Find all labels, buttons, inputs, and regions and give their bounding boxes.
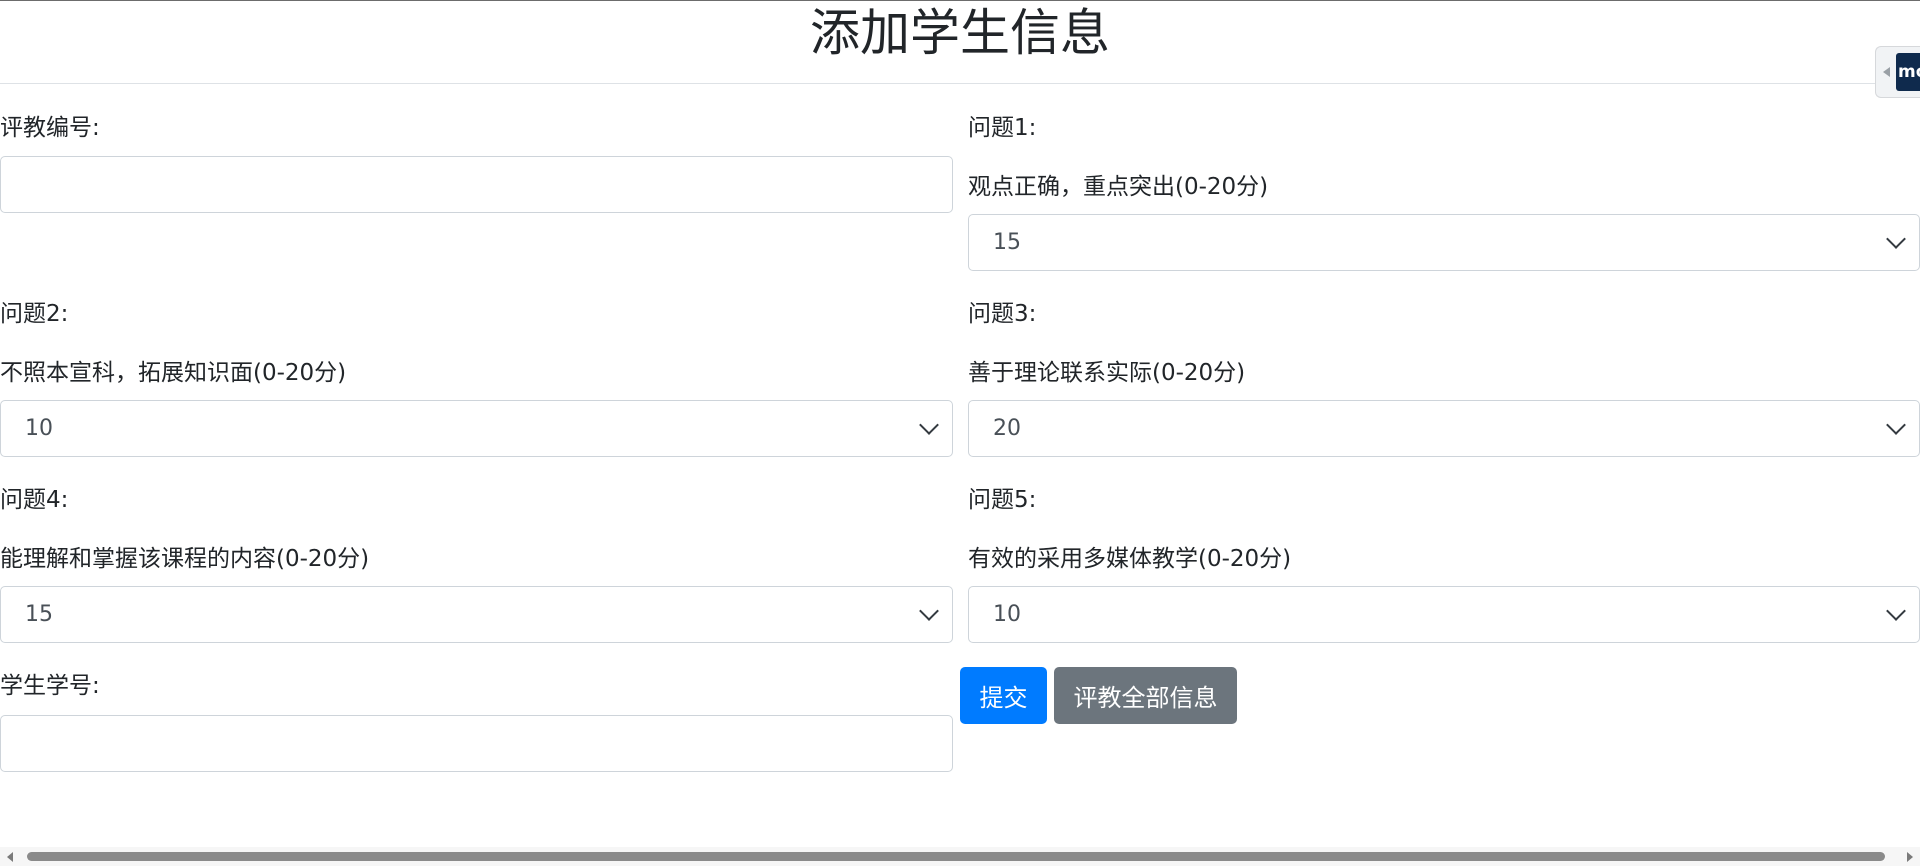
student-id-input[interactable] xyxy=(0,715,953,772)
extension-logo-icon: mo xyxy=(1896,53,1920,91)
question-5-label: 问题5: xyxy=(968,487,1037,513)
chevron-down-icon xyxy=(919,414,939,435)
title-divider xyxy=(0,83,1920,84)
scrollbar-thumb[interactable] xyxy=(27,852,1885,861)
eval-id-input[interactable] xyxy=(0,156,953,213)
question-3-value: 20 xyxy=(993,416,1021,441)
question-3-label: 问题3: xyxy=(968,301,1037,327)
question-2-select[interactable]: 10 xyxy=(0,400,953,457)
chevron-down-icon xyxy=(1886,228,1906,249)
submit-button[interactable]: 提交 xyxy=(960,667,1047,724)
student-id-label: 学生学号: xyxy=(0,673,100,699)
question-1-label: 问题1: xyxy=(968,115,1037,141)
question-5-desc: 有效的采用多媒体教学(0-20分) xyxy=(968,546,1292,572)
question-1-value: 15 xyxy=(993,230,1021,255)
side-extension-tab[interactable]: mo xyxy=(1875,46,1920,98)
page-title: 添加学生信息 xyxy=(810,4,1110,62)
question-5-value: 10 xyxy=(993,602,1021,627)
question-5-select[interactable]: 10 xyxy=(968,586,1920,643)
scroll-left-icon[interactable] xyxy=(7,852,13,862)
question-4-select[interactable]: 15 xyxy=(0,586,953,643)
question-3-select[interactable]: 20 xyxy=(968,400,1920,457)
question-4-desc: 能理解和掌握该课程的内容(0-20分) xyxy=(0,546,370,572)
chevron-down-icon xyxy=(919,600,939,621)
page: 添加学生信息 mo 评教编号: 问题1: 观点正确，重点突出(0-20分) 15… xyxy=(0,0,1920,866)
chevron-down-icon xyxy=(1886,600,1906,621)
collapse-arrow-icon xyxy=(1883,67,1890,77)
question-3-desc: 善于理论联系实际(0-20分) xyxy=(968,360,1246,386)
question-1-desc: 观点正确，重点突出(0-20分) xyxy=(968,174,1269,200)
scroll-right-icon[interactable] xyxy=(1907,852,1913,862)
question-2-desc: 不照本宣科，拓展知识面(0-20分) xyxy=(0,360,347,386)
horizontal-scrollbar[interactable] xyxy=(0,847,1920,866)
question-2-value: 10 xyxy=(25,416,53,441)
question-2-label: 问题2: xyxy=(0,301,69,327)
question-4-value: 15 xyxy=(25,602,53,627)
chevron-down-icon xyxy=(1886,414,1906,435)
all-info-button[interactable]: 评教全部信息 xyxy=(1054,667,1237,724)
eval-id-label: 评教编号: xyxy=(0,115,100,141)
question-4-label: 问题4: xyxy=(0,487,69,513)
question-1-select[interactable]: 15 xyxy=(968,214,1920,271)
